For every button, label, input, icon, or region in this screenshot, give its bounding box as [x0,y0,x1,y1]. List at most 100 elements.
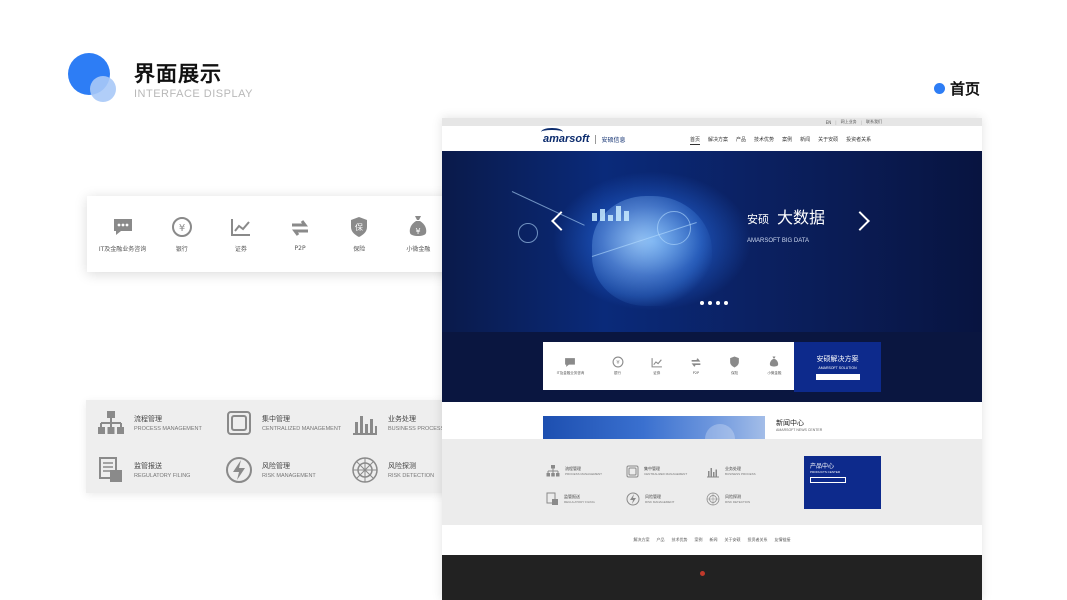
document-icon [546,492,558,505]
product-item[interactable]: 流程管理 PROCESS MANAGEMENT [86,400,214,446]
footer-nav-item[interactable]: 技术优势 [672,537,688,543]
footer-nav-item[interactable]: 投资者关系 [748,537,768,543]
service-item[interactable]: IT及金融业务咨询 [556,357,585,376]
product-item[interactable]: 监管报送 REGULATORY FILING [86,446,214,493]
services-card-enlarged: IT及金融业务咨询 ¥ 银行 证券 P2P 保 保险 ¥ 小微金融 [87,196,454,272]
footer-nav-item[interactable]: 关于安硕 [725,537,741,543]
service-item[interactable]: ¥ 银行 [153,215,211,253]
nav-item-cases[interactable]: 案例 [782,136,792,145]
product-center-title: 产品中心 [810,463,835,470]
money-bag-icon [770,356,779,367]
product-label: 业务处理 [388,415,416,423]
product-label: 集中管理 [262,415,290,423]
service-label: 证券 [653,370,661,375]
top-utility-bar: EN | 网上业务 | 联系我们 [442,118,982,126]
chat-icon [112,215,134,239]
svg-text:保: 保 [355,222,363,232]
product-center-box: 产品中心 PRODUCTS CENTER [804,456,881,509]
nav-item-solutions[interactable]: 解决方案 [708,136,728,145]
solution-more-button[interactable] [815,374,860,380]
nav-item-products[interactable]: 产品 [736,136,746,145]
footer-nav-item[interactable]: 新闻 [710,537,718,543]
product-item[interactable]: 风险探测 RISK DETECTION [340,446,455,493]
website-mockup: EN | 网上业务 | 联系我们 amarsoft 安硕信息 首页 解决方案 产… [442,118,982,600]
hero-ring [657,211,691,245]
svg-text:¥: ¥ [179,223,185,234]
service-item[interactable]: IT及金融业务咨询 [94,215,152,253]
footer-nav-item[interactable]: 友情链接 [775,537,791,543]
line-chart-icon [230,215,252,239]
service-label: IT及金融业务咨询 [98,246,147,253]
nav-item-tech[interactable]: 技术优势 [754,136,774,145]
hero-bar-graphic [592,206,629,221]
product-label-en: PROCESS MANAGEMENT [565,472,603,476]
footer-nav: 解决方案 产品 技术优势 案例 新闻 关于安硕 投资者关系 友情链接 [442,525,982,555]
square-frame-icon [224,408,254,438]
product-item[interactable]: 风险探测 RISK DETECTION [706,485,786,513]
products-card-enlarged: 流程管理 PROCESS MANAGEMENT 集中管理 CENTRALIZED M… [86,400,455,493]
bar-chart-icon [707,467,719,477]
service-item[interactable]: ¥ 银行 [612,356,624,376]
product-center-more-button[interactable] [810,477,846,483]
product-item[interactable]: 业务处理 BUSINESS PROCESS [340,400,455,446]
service-label: 小微金融 [767,371,782,375]
footer-nav-item[interactable]: 产品 [657,537,665,543]
line-chart-icon [651,357,662,367]
flowchart-icon [546,465,560,477]
service-item[interactable]: 保险 [729,356,740,376]
nav-item-about[interactable]: 关于安硕 [818,136,838,145]
lightning-icon [626,492,640,506]
money-bag-icon: ¥ [408,215,428,239]
carousel-dot[interactable] [708,301,712,305]
service-label: 银行 [175,246,188,253]
service-item[interactable]: ¥ 小微金融 [389,215,447,253]
footer-nav-item[interactable]: 解决方案 [634,537,650,543]
carousel-next-arrow-icon[interactable] [850,211,870,231]
service-item[interactable]: P2P [271,216,329,252]
service-item[interactable]: 小微金融 [767,356,781,376]
product-label-en: RISK MANAGEMENT [645,500,675,504]
hero-ring [518,223,538,243]
exchange-icon [691,358,701,367]
logo-arc-icon [541,127,563,136]
nav-menu: 首页 解决方案 产品 技术优势 案例 新闻 关于安硕 投资者关系 [690,136,871,145]
footer-nav-item[interactable]: 案例 [695,537,703,543]
nav-item-home[interactable]: 首页 [690,136,701,145]
page-label-text: 首页 [950,80,981,98]
product-item[interactable]: 集中管理 CENTRALIZED MANAGEMENT [626,457,706,485]
carousel-dot[interactable] [700,301,704,305]
product-label-en: CENTRALIZED MANAGEMENT [262,426,342,432]
product-label-en: PROCESS MANAGEMENT [134,426,202,432]
carousel-dot[interactable] [716,301,720,305]
product-item[interactable]: 流程管理 PROCESS MANAGEMENT [546,457,626,485]
carousel-dot[interactable] [724,301,728,305]
service-item[interactable]: 保 保险 [330,215,388,253]
nav-item-investors[interactable]: 投资者关系 [846,136,871,145]
service-item[interactable]: 证券 [212,215,270,253]
product-item[interactable]: 风险管理 RISK MANAGEMENT [626,485,706,513]
service-bar: IT及金融业务咨询 ¥ 银行 证券 P2P 保险 小微金融 [543,342,795,390]
product-label-en: BUSINESS PROCESS [725,472,756,476]
products-grid: 流程管理 PROCESS MANAGEMENT 集中管理 CENTRALIZED M… [546,457,786,513]
product-item[interactable]: 集中管理 CENTRALIZED MANAGEMENT [214,400,342,446]
separator: | [860,119,862,125]
lightning-icon [224,455,254,485]
logo-wordmark: amarsoft [541,127,589,145]
products-section: 流程管理 PROCESS MANAGEMENT 集中管理 CENTRALIZED M… [442,439,982,525]
contact-link[interactable]: 联系我们 [866,119,882,125]
svg-text:¥: ¥ [416,227,421,236]
service-label: IT及金融业务咨询 [556,370,585,375]
product-label: 风险管理 [262,461,290,470]
service-item[interactable]: 证券 [651,357,663,376]
slide-subtitle: INTERFACE DISPLAY [134,88,253,100]
product-item[interactable]: 业务处理 BUSINESS PROCESS [706,457,786,485]
online-business-link[interactable]: 网上业务 [841,119,857,125]
product-item[interactable]: 监管报送 REGULATORY FILING [546,485,626,513]
product-item[interactable]: 风险管理 RISK MANAGEMENT [214,446,340,493]
site-logo[interactable]: amarsoft 安硕信息 [541,127,625,145]
nav-item-news[interactable]: 新闻 [800,136,810,145]
radar-icon [350,455,380,485]
flowchart-icon [96,408,126,438]
service-item[interactable]: P2P [690,357,702,375]
language-switch[interactable]: EN [826,120,832,125]
